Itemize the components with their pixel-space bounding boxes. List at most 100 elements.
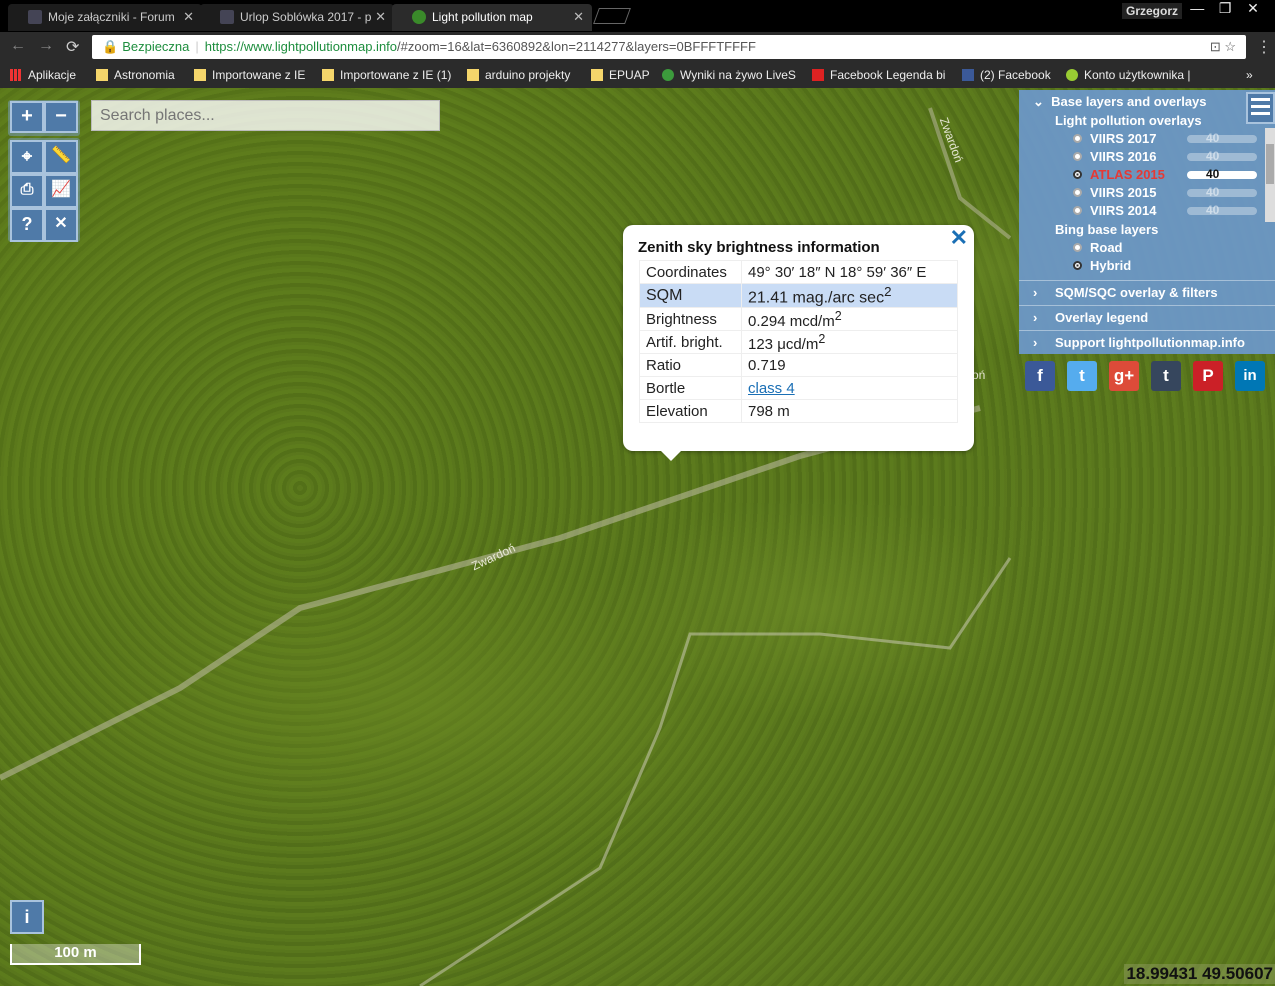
layers-panel: ⌄ Base layers and overlays Light polluti…: [1019, 90, 1275, 354]
opacity-slider[interactable]: [1187, 207, 1257, 215]
layer-viirs-2017[interactable]: VIIRS 2017: [1073, 131, 1157, 146]
tab-urlop[interactable]: Urlop Soblówka 2017 - p ✕: [200, 4, 394, 31]
bookmark-livescore[interactable]: Wyniki na żywo LiveS: [662, 68, 796, 82]
opacity-value: 40: [1206, 167, 1220, 181]
bookmark-label: Astronomia: [114, 68, 175, 82]
bookmark-legenda[interactable]: Facebook Legenda bi: [812, 68, 945, 82]
sqm-filters-header[interactable]: › SQM/SQC overlay & filters: [1019, 280, 1275, 304]
info-button[interactable]: i: [10, 900, 44, 934]
bing-layers-heading: Bing base layers: [1055, 222, 1159, 237]
scrollbar-thumb[interactable]: [1266, 144, 1274, 184]
secure-label: Bezpieczna: [122, 39, 190, 54]
bookmark-folder[interactable]: Importowane z IE (1): [322, 68, 451, 82]
row-label: Ratio: [639, 353, 742, 378]
reload-icon[interactable]: ⟳: [66, 37, 79, 57]
radio-button[interactable]: [1073, 170, 1082, 179]
row-label: Brightness: [639, 307, 742, 332]
ruler-icon[interactable]: 📏: [44, 140, 78, 174]
maximize-icon[interactable]: ❐: [1213, 0, 1237, 17]
layer-road[interactable]: Road: [1073, 240, 1123, 255]
more-bookmarks-button[interactable]: »: [1246, 68, 1253, 82]
bortle-link[interactable]: class 4: [748, 380, 795, 397]
trail-path: [419, 557, 1012, 986]
bookmark-folder[interactable]: Importowane z IE: [194, 68, 305, 82]
layer-atlas-2015[interactable]: ATLAS 2015: [1073, 167, 1165, 182]
new-tab-button[interactable]: [593, 8, 631, 24]
bookmark-folder[interactable]: Astronomia: [96, 68, 175, 82]
bookmark-label: Konto użytkownika |: [1084, 68, 1191, 82]
zoom-out-button[interactable]: −: [44, 101, 78, 133]
tumblr-share-icon[interactable]: t: [1151, 361, 1181, 391]
help-icon[interactable]: ?: [10, 208, 44, 242]
forward-icon[interactable]: →: [38, 37, 54, 55]
google-plus-share-icon[interactable]: g+: [1109, 361, 1139, 391]
bookmark-apps[interactable]: Aplikacje: [10, 68, 76, 82]
back-icon[interactable]: ←: [10, 37, 26, 55]
locate-icon[interactable]: ⌖: [10, 140, 44, 174]
table-row: Coordinates 49° 30′ 18″ N 18° 59′ 36″ E: [639, 260, 958, 284]
page-icon: [412, 10, 426, 24]
bookmark-star-icon[interactable]: ☆: [1224, 39, 1236, 54]
bookmark-facebook[interactable]: (2) Facebook: [962, 68, 1051, 82]
tab-label: Moje załączniki - Forum: [48, 10, 175, 24]
zoom-in-button[interactable]: +: [10, 101, 44, 133]
opacity-slider[interactable]: [1187, 189, 1257, 197]
profile-button[interactable]: Grzegorz: [1122, 3, 1183, 19]
pinterest-share-icon[interactable]: P: [1193, 361, 1223, 391]
facebook-share-icon[interactable]: f: [1025, 361, 1055, 391]
lock-icon: 🔒: [102, 39, 119, 54]
row-value: 49° 30′ 18″ N 18° 59′ 36″ E: [741, 260, 958, 284]
print-icon[interactable]: ⎙: [10, 174, 44, 208]
folder-icon: [322, 69, 334, 81]
radio-button[interactable]: [1073, 206, 1082, 215]
close-tab-icon[interactable]: ✕: [375, 6, 386, 28]
page-icon: [28, 10, 42, 24]
close-tab-icon[interactable]: ✕: [183, 6, 194, 28]
scale-bar: 100 m: [10, 944, 141, 965]
search-input[interactable]: [91, 100, 440, 131]
chart-icon[interactable]: 📈: [44, 174, 78, 208]
map-canvas[interactable]: Zwardoń Zwardoń oń + − ⌖ 📏 ⎙ 📈 ? ✕ ✕ Zen…: [0, 88, 1275, 986]
hamburger-menu-icon[interactable]: [1246, 92, 1275, 124]
radio-button[interactable]: [1073, 152, 1082, 161]
tab-strip: Moje załączniki - Forum ✕ Urlop Soblówka…: [0, 0, 1275, 32]
bookmark-label: arduino projekty: [485, 68, 571, 82]
opacity-slider[interactable]: [1187, 135, 1257, 143]
base-layers-header[interactable]: ⌄ Base layers and overlays: [1033, 94, 1207, 110]
layer-hybrid[interactable]: Hybrid: [1073, 258, 1131, 273]
radio-button[interactable]: [1073, 261, 1082, 270]
chevron-right-icon: ›: [1033, 285, 1038, 300]
layers-scrollbar[interactable]: [1265, 128, 1275, 222]
layer-viirs-2014[interactable]: VIIRS 2014: [1073, 203, 1157, 218]
translate-icon[interactable]: ⊡: [1210, 39, 1221, 54]
opacity-slider[interactable]: [1187, 153, 1257, 161]
minimize-icon[interactable]: —: [1185, 0, 1209, 16]
folder-icon: [194, 69, 206, 81]
close-tab-icon[interactable]: ✕: [573, 6, 584, 28]
twitter-share-icon[interactable]: t: [1067, 361, 1097, 391]
menu-dots-icon[interactable]: ⋮: [1256, 37, 1272, 57]
bookmark-folder[interactable]: arduino projekty: [467, 68, 570, 82]
linkedin-share-icon[interactable]: in: [1235, 361, 1265, 391]
livescore-icon: [662, 69, 674, 81]
address-bar[interactable]: 🔒 Bezpieczna | https://www.lightpollutionma…: [92, 35, 1246, 59]
overlay-legend-header[interactable]: › Overlay legend: [1019, 305, 1275, 329]
close-window-icon[interactable]: ✕: [1241, 0, 1265, 17]
radio-button[interactable]: [1073, 188, 1082, 197]
close-icon[interactable]: ✕: [950, 225, 968, 251]
lp-overlays-heading: Light pollution overlays: [1055, 113, 1202, 128]
opacity-value: 40: [1206, 149, 1220, 163]
layer-viirs-2016[interactable]: VIIRS 2016: [1073, 149, 1157, 164]
support-header[interactable]: › Support lightpollutionmap.info: [1019, 330, 1275, 354]
bookmark-folder[interactable]: EPUAP: [591, 68, 650, 82]
leaf-icon: [1066, 69, 1078, 81]
bookmark-konto[interactable]: Konto użytkownika |: [1066, 68, 1191, 82]
layer-viirs-2015[interactable]: VIIRS 2015: [1073, 185, 1157, 200]
chevron-right-icon: ›: [1033, 335, 1038, 350]
radio-button[interactable]: [1073, 134, 1082, 143]
opacity-slider[interactable]: [1187, 171, 1257, 179]
tab-light-pollution[interactable]: Light pollution map ✕: [392, 4, 592, 31]
tab-forum[interactable]: Moje załączniki - Forum ✕: [8, 4, 202, 31]
radio-button[interactable]: [1073, 243, 1082, 252]
tools-icon[interactable]: ✕: [44, 208, 78, 242]
